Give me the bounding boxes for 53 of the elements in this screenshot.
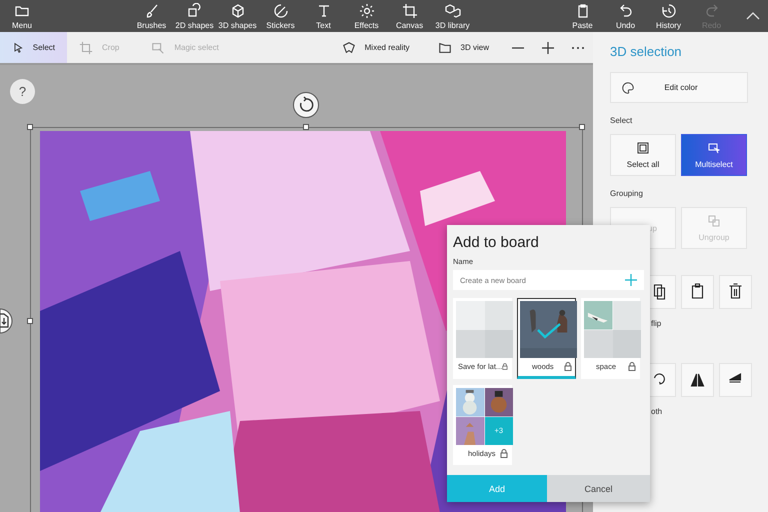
crop-icon	[79, 40, 93, 54]
ribbon-tool[interactable]: Effects	[345, 0, 388, 32]
shapes-icon	[186, 2, 202, 18]
multiselect-icon	[708, 142, 720, 154]
resize-handle[interactable]	[27, 318, 33, 324]
toolbar-tool[interactable]: Select	[0, 32, 67, 63]
ribbon-tool[interactable]: Canvas	[388, 0, 431, 32]
section-label: Select	[610, 116, 632, 125]
ribbon-tool[interactable]: 2D shapes	[173, 0, 216, 32]
flip-horizontal-icon[interactable]	[681, 363, 714, 397]
select-mode-button[interactable]: Select all	[610, 134, 676, 176]
help-button[interactable]: ?	[10, 79, 35, 104]
ribbon-tool[interactable]: 3D library	[431, 0, 474, 32]
section-label: oth	[651, 407, 662, 416]
more-icon[interactable]	[571, 46, 585, 50]
cubes-icon	[444, 2, 460, 18]
cube-icon	[230, 2, 246, 18]
resize-handle[interactable]	[579, 124, 585, 130]
resize-handle[interactable]	[27, 124, 33, 130]
select-mode-button[interactable]: Multiselect	[681, 134, 747, 176]
panel-title: 3D selection	[610, 44, 682, 59]
ribbon-tool[interactable]: Brushes	[130, 0, 173, 32]
clock-icon	[660, 2, 676, 18]
cancel-button[interactable]: Cancel	[547, 475, 650, 502]
ribbon-tool[interactable]: 3D shapes	[216, 0, 259, 32]
section-label: flip	[651, 319, 662, 328]
ribbon-tool[interactable]: History	[647, 0, 690, 32]
magic-select-icon	[151, 40, 166, 54]
ribbon-tool[interactable]: Undo	[604, 0, 647, 32]
zoom-in-icon[interactable]	[541, 40, 555, 54]
undo-icon	[618, 2, 634, 18]
cursor-icon	[12, 40, 24, 54]
rotate-handle-icon[interactable]	[292, 91, 320, 119]
section-label: Grouping	[610, 189, 643, 198]
ungroup-icon	[708, 214, 720, 226]
ribbon-tool[interactable]: Stickers	[259, 0, 302, 32]
palette-icon	[621, 80, 635, 94]
edit-color-button[interactable]: Edit color	[610, 72, 748, 103]
menu-button[interactable]: Menu	[0, 0, 44, 32]
canvas-icon	[402, 2, 418, 18]
collapse-icon[interactable]	[746, 11, 760, 21]
toolbar-tool[interactable]: 3D view	[424, 32, 503, 63]
select-all-icon	[637, 142, 649, 154]
flip-vertical-icon[interactable]	[719, 363, 752, 397]
redo-icon	[704, 2, 720, 18]
ribbon-tool[interactable]: Text	[302, 0, 345, 32]
delete-icon[interactable]	[719, 275, 752, 309]
ribbon-tool[interactable]: Paste	[561, 0, 604, 32]
sun-icon	[358, 2, 374, 18]
sticker-icon	[272, 2, 288, 18]
paste-icon[interactable]	[681, 275, 714, 309]
resize-handle[interactable]	[303, 124, 309, 130]
toolbar-tool[interactable]: Mixed reality	[328, 32, 424, 63]
